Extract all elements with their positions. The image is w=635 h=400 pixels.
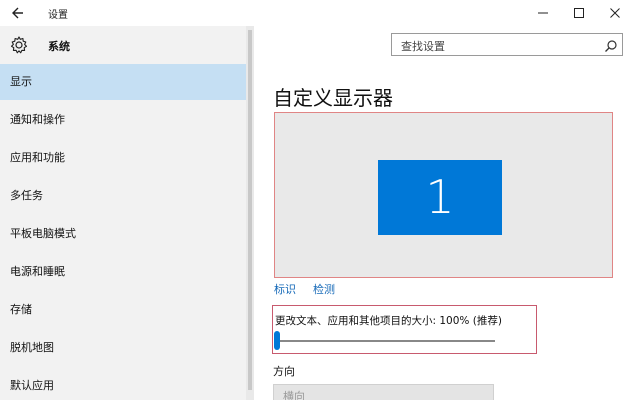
sidebar-header[interactable]: 系统 bbox=[0, 26, 246, 64]
identify-link[interactable]: 标识 bbox=[274, 281, 296, 297]
sidebar: 系统 显示 通知和操作 应用和功能 多任务 平板电脑模式 电源和睡眠 存储 脱机… bbox=[0, 26, 246, 400]
page-title: 自定义显示器 bbox=[273, 86, 393, 110]
back-arrow-icon[interactable] bbox=[8, 3, 30, 23]
close-icon[interactable] bbox=[600, 3, 630, 23]
sidebar-item-default-apps[interactable]: 默认应用 bbox=[0, 368, 246, 400]
window-title: 设置 bbox=[48, 10, 68, 21]
sidebar-item-power-sleep[interactable]: 电源和睡眠 bbox=[0, 254, 246, 290]
minimize-icon[interactable] bbox=[528, 3, 558, 23]
sidebar-item-label: 脱机地图 bbox=[10, 341, 54, 354]
sidebar-item-tablet-mode[interactable]: 平板电脑模式 bbox=[0, 216, 246, 252]
sidebar-item-storage[interactable]: 存储 bbox=[0, 292, 246, 328]
scrollbar-thumb[interactable] bbox=[248, 30, 252, 390]
sidebar-item-offline-maps[interactable]: 脱机地图 bbox=[0, 330, 246, 366]
search-input[interactable]: 查找设置 bbox=[391, 33, 623, 56]
scale-label: 更改文本、应用和其他项目的大小: 100% (推荐) bbox=[275, 315, 502, 327]
search-icon[interactable] bbox=[604, 38, 618, 52]
scale-setting-group: 更改文本、应用和其他项目的大小: 100% (推荐) bbox=[272, 305, 537, 354]
gear-icon bbox=[9, 35, 29, 55]
detect-link[interactable]: 检测 bbox=[313, 281, 335, 297]
sidebar-item-display[interactable]: 显示 bbox=[0, 64, 246, 100]
scale-slider-thumb[interactable] bbox=[274, 331, 280, 350]
orientation-label: 方向 bbox=[273, 365, 295, 378]
orientation-value: 横向 bbox=[283, 390, 305, 400]
search-placeholder: 查找设置 bbox=[401, 40, 445, 53]
scale-slider-track[interactable] bbox=[277, 340, 495, 342]
monitor-tile[interactable]: 1 bbox=[378, 160, 502, 235]
sidebar-item-apps[interactable]: 应用和功能 bbox=[0, 140, 246, 176]
maximize-icon[interactable] bbox=[564, 3, 594, 23]
sidebar-header-label: 系统 bbox=[48, 40, 70, 53]
title-bar: 设置 bbox=[0, 0, 635, 26]
orientation-dropdown[interactable]: 横向 bbox=[273, 384, 494, 400]
monitor-arrangement-area: 1 bbox=[274, 112, 613, 278]
sidebar-item-label: 通知和操作 bbox=[10, 113, 65, 126]
sidebar-item-notifications[interactable]: 通知和操作 bbox=[0, 102, 246, 138]
sidebar-item-multitasking[interactable]: 多任务 bbox=[0, 178, 246, 214]
sidebar-item-label: 多任务 bbox=[10, 189, 43, 202]
sidebar-item-label: 平板电脑模式 bbox=[10, 227, 76, 240]
chevron-down-icon bbox=[477, 391, 487, 397]
sidebar-item-label: 存储 bbox=[10, 303, 32, 316]
sidebar-item-label: 应用和功能 bbox=[10, 151, 65, 164]
sidebar-item-label: 显示 bbox=[10, 75, 32, 88]
sidebar-item-label: 默认应用 bbox=[10, 379, 54, 392]
sidebar-item-label: 电源和睡眠 bbox=[10, 265, 65, 278]
sidebar-scrollbar[interactable] bbox=[246, 26, 254, 400]
